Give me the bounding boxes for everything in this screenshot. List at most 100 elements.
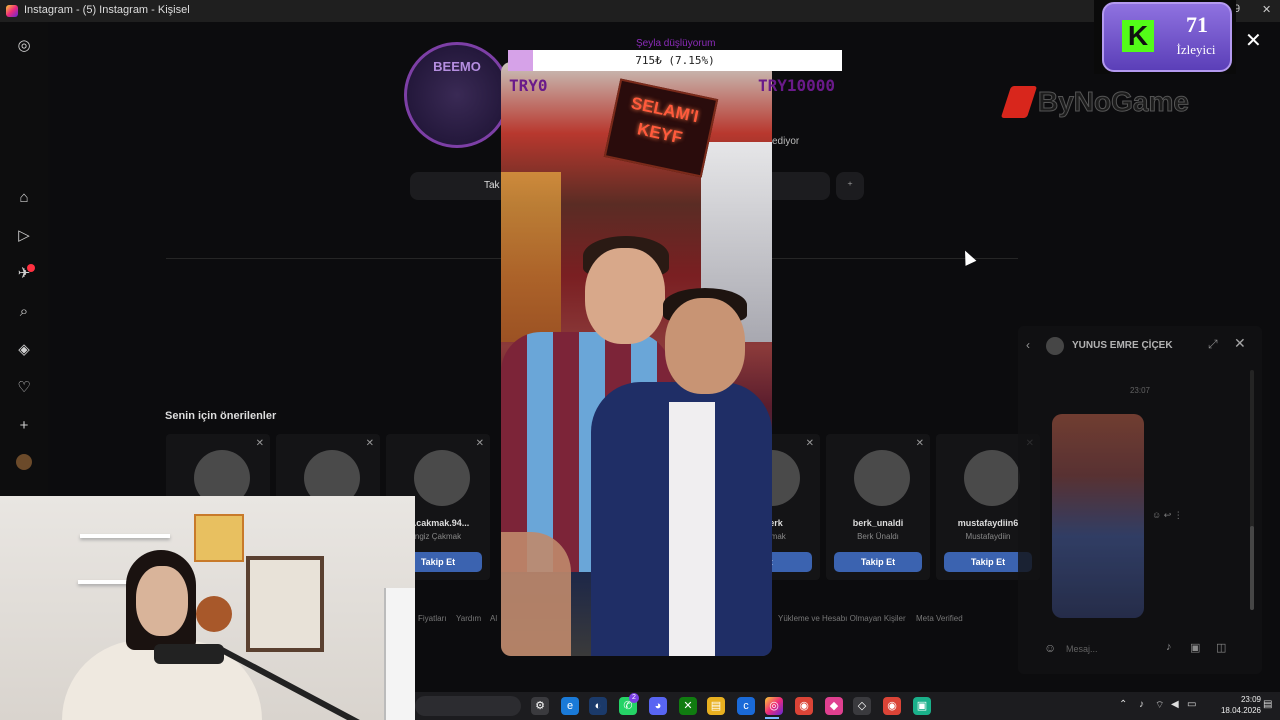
steam-icon[interactable]: ◐ bbox=[589, 697, 607, 715]
clock-time[interactable]: 23:09 bbox=[1215, 695, 1261, 704]
instagram-taskbar-icon[interactable]: ◎ bbox=[765, 697, 783, 715]
clock-date[interactable]: 18.04.2026 bbox=[1211, 706, 1261, 715]
follow-suggestion-button[interactable]: Takip Et bbox=[834, 552, 922, 572]
light-panel bbox=[384, 588, 415, 720]
close-window-button[interactable]: ✕ bbox=[1262, 3, 1271, 16]
wall-shelf bbox=[80, 534, 170, 538]
create-icon[interactable]: + bbox=[14, 416, 34, 436]
emoji-icon[interactable]: ☺ bbox=[1044, 641, 1056, 655]
streamer-face bbox=[136, 566, 188, 636]
profile-avatar[interactable] bbox=[16, 454, 32, 470]
close-icon[interactable]: ✕ bbox=[1234, 335, 1246, 352]
donation-goal-title: Şeyla düşlüyorum bbox=[636, 38, 716, 49]
footer-link[interactable]: Yardım bbox=[456, 614, 481, 623]
shop-sign: SELAM'I KEYF bbox=[603, 78, 719, 178]
opened-media-image[interactable]: SELAM'I KEYF bbox=[501, 62, 772, 656]
dismiss-icon[interactable]: ✕ bbox=[366, 438, 374, 449]
avatar[interactable] bbox=[1046, 337, 1064, 355]
suggestion-realname: Berk Ünaldı bbox=[857, 532, 899, 541]
kick-logo-icon: K bbox=[1122, 20, 1154, 52]
teddy-bear bbox=[196, 596, 232, 632]
arm bbox=[501, 532, 571, 656]
image-icon[interactable]: ▣ bbox=[1190, 641, 1200, 654]
notifications-tray-icon[interactable]: ▤ bbox=[1263, 699, 1272, 710]
settings-icon[interactable]: ⚙ bbox=[531, 697, 549, 715]
chrome-icon[interactable]: ◉ bbox=[795, 697, 813, 715]
avatar[interactable] bbox=[854, 450, 910, 506]
expand-icon[interactable]: ⤢ bbox=[1208, 337, 1218, 352]
following-status-text: ediyor bbox=[772, 136, 800, 147]
profile-picture[interactable]: BEEMO bbox=[404, 42, 510, 148]
edge-icon[interactable]: e bbox=[561, 697, 579, 715]
sticker-icon[interactable]: ◫ bbox=[1216, 641, 1226, 654]
photo-board bbox=[246, 556, 324, 652]
dismiss-icon[interactable]: ✕ bbox=[256, 438, 264, 449]
taskbar-search[interactable] bbox=[415, 696, 521, 716]
kick-viewer-widget: K 71 İzleyici bbox=[1102, 2, 1232, 72]
scrollbar-thumb[interactable] bbox=[1250, 526, 1254, 610]
folder-icon[interactable]: ▤ bbox=[707, 697, 725, 715]
footer-link[interactable]: Fiyatları bbox=[418, 614, 446, 623]
tray-chevron-icon[interactable]: ⌃ bbox=[1119, 699, 1127, 710]
webcam-feed bbox=[0, 496, 415, 720]
follow-button-label: Tak bbox=[484, 180, 500, 191]
window-title: Instagram - (5) Instagram - Kişisel bbox=[24, 4, 190, 16]
wall-frame bbox=[194, 514, 244, 562]
messages-badge bbox=[27, 264, 35, 272]
footer-link[interactable]: Meta Verified bbox=[916, 614, 963, 623]
search-icon[interactable]: ⌕ bbox=[14, 302, 34, 322]
donation-progress-text: 715₺ (7.15%) bbox=[635, 54, 715, 67]
microphone bbox=[154, 644, 224, 664]
app-icon[interactable]: ◇ bbox=[853, 697, 871, 715]
suggestion-username[interactable]: berk_unaldi bbox=[826, 518, 930, 528]
microphone-tray-icon[interactable]: ♪ bbox=[1139, 699, 1144, 710]
viewer-count: 71 bbox=[1186, 12, 1208, 37]
person-left-face bbox=[585, 248, 665, 344]
discord-icon[interactable]: ◕ bbox=[649, 697, 667, 715]
network-icon[interactable]: ⌔ bbox=[1155, 699, 1164, 712]
person-right-face bbox=[665, 298, 745, 394]
avatar[interactable] bbox=[964, 450, 1020, 506]
active-app-indicator bbox=[765, 717, 779, 719]
battery-icon[interactable]: ▭ bbox=[1187, 699, 1196, 710]
taskbar: ⚙ e ◐ ✆ 2 ◕ ✕ ▤ c ◎ ◉ ◆ ◇ ◉ ▣ ⌃ ♪ ⌔ ◀ ▭ … bbox=[415, 692, 1280, 720]
microphone-icon[interactable]: ♪ bbox=[1166, 641, 1172, 653]
avatar[interactable] bbox=[414, 450, 470, 506]
donation-min-label: TRY0 bbox=[509, 76, 548, 95]
whatsapp-badge: 2 bbox=[629, 693, 639, 703]
dm-contact-name[interactable]: YUNUS EMRE ÇİÇEK bbox=[1072, 340, 1173, 351]
window-title-bar: Instagram - (5) Instagram - Kişisel 9 ✕ bbox=[0, 0, 1280, 22]
explore-icon[interactable]: ◈ bbox=[14, 340, 34, 360]
notifications-icon[interactable]: ♡ bbox=[14, 378, 34, 398]
suggestion-card: ✕ berk_unaldi Berk Ünaldı Takip Et bbox=[826, 434, 930, 580]
footer-link[interactable]: Yükleme ve Hesabı Olmayan Kişiler bbox=[778, 614, 906, 623]
donation-progress-bar: 715₺ (7.15%) bbox=[508, 50, 842, 71]
xbox-icon[interactable]: ✕ bbox=[679, 697, 697, 715]
donation-max-label: TRY10000 bbox=[758, 76, 836, 95]
instagram-logo-icon[interactable]: ◎ bbox=[14, 36, 34, 56]
dismiss-icon[interactable]: ✕ bbox=[916, 438, 924, 449]
home-icon[interactable]: ⌂ bbox=[14, 188, 34, 208]
browser-icon[interactable]: c bbox=[737, 697, 755, 715]
person-right-shirt bbox=[669, 402, 715, 656]
direct-message-panel: ‹ YUNUS EMRE ÇİÇEK ⤢ ✕ 23:07 ☺ ↩ ⋮ ☺ Mes… bbox=[1018, 326, 1262, 674]
message-actions-icon[interactable]: ☺ ↩ ⋮ bbox=[1152, 510, 1183, 521]
close-media-icon[interactable]: ✕ bbox=[1245, 28, 1262, 53]
reels-icon[interactable]: ▷ bbox=[14, 226, 34, 246]
dismiss-icon[interactable]: ✕ bbox=[806, 438, 814, 449]
app-icon[interactable]: ▣ bbox=[913, 697, 931, 715]
add-user-icon[interactable]: ⁺ bbox=[836, 172, 864, 200]
dismiss-icon[interactable]: ✕ bbox=[476, 438, 484, 449]
app-icon[interactable]: ◆ bbox=[825, 697, 843, 715]
shop-window bbox=[501, 172, 561, 342]
footer-link[interactable]: Al bbox=[490, 614, 497, 623]
profile-ring-text: BEEMO bbox=[433, 59, 481, 74]
sponsor-name: ByNoGame bbox=[1038, 86, 1190, 118]
back-icon[interactable]: ‹ bbox=[1026, 338, 1030, 352]
suggestions-title: Senin için önerilenler bbox=[165, 410, 277, 422]
message-input[interactable]: ☺ Mesaj... ♪ ▣ ◫ bbox=[1040, 638, 1236, 660]
chrome-icon[interactable]: ◉ bbox=[883, 697, 901, 715]
viewer-label: İzleyici bbox=[1176, 42, 1216, 57]
shared-media-thumbnail[interactable] bbox=[1052, 414, 1144, 618]
volume-icon[interactable]: ◀ bbox=[1171, 699, 1179, 710]
